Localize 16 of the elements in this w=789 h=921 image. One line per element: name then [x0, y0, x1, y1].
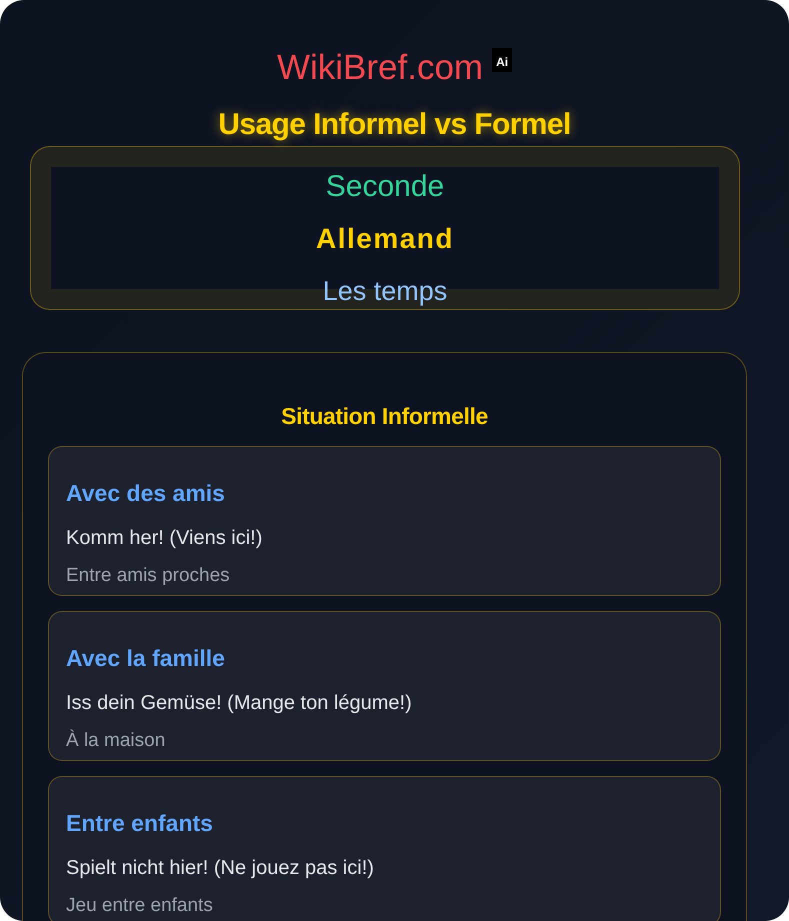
topic-text: Les temps	[322, 275, 448, 308]
context-title: Avec la famille	[66, 644, 226, 672]
example-note: À la maison	[66, 729, 166, 753]
section-heading: Situation Informelle	[280, 402, 489, 431]
example-phrase: Iss dein Gemüse! (Mange ton légume!)	[66, 691, 413, 716]
page-title: Usage Informel vs Formel	[217, 107, 572, 143]
site-name: WikiBref.com	[276, 47, 484, 89]
level-text: Seconde	[326, 169, 444, 205]
example-phrase: Spielt nicht hier! (Ne jouez pas ici!)	[66, 856, 375, 881]
language-text: Allemand	[316, 222, 454, 256]
example-note: Entre amis proches	[66, 564, 231, 588]
context-title: Entre enfants	[66, 809, 214, 837]
ai-badge: Ai	[492, 48, 512, 72]
example-phrase: Komm her! (Viens ici!)	[66, 526, 264, 551]
example-note: Jeu entre enfants	[66, 894, 214, 918]
context-title: Avec des amis	[66, 479, 226, 507]
